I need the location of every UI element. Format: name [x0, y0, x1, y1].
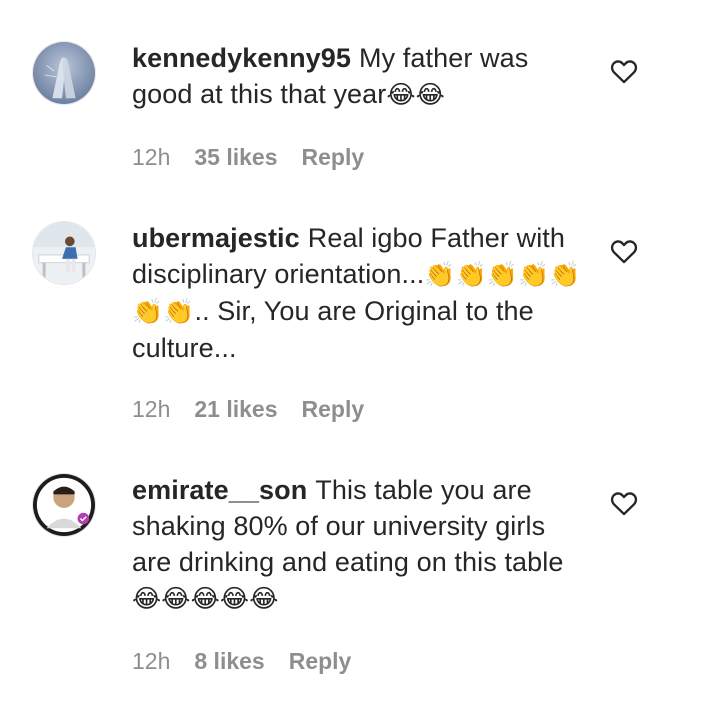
man-at-table-avatar-image	[33, 222, 95, 284]
comment-meta: 12h 21 likes Reply	[132, 394, 364, 424]
comment-username[interactable]: kennedykenny95	[132, 43, 351, 73]
reply-button[interactable]: Reply	[289, 648, 352, 675]
comment-timestamp: 12h	[132, 647, 171, 674]
man-portrait-avatar-image	[33, 474, 95, 536]
like-button[interactable]	[610, 238, 638, 264]
comment-meta: 12h 8 likes Reply	[132, 646, 351, 676]
comment-emoji: 😂😂😂😂😂	[132, 584, 279, 613]
comment-emoji: 😂😂	[386, 80, 445, 109]
comment-timestamp: 12h	[132, 395, 171, 422]
comment-likes-count[interactable]: 8 likes	[194, 648, 264, 675]
comment-timestamp: 12h	[132, 143, 171, 170]
comment-likes-count[interactable]: 35 likes	[194, 144, 277, 171]
reply-button[interactable]: Reply	[302, 144, 365, 171]
like-button[interactable]	[610, 58, 638, 84]
reply-button[interactable]: Reply	[302, 396, 365, 423]
avatar[interactable]	[32, 221, 96, 285]
avatar[interactable]	[32, 41, 96, 105]
comment-meta: 12h 35 likes Reply	[132, 142, 364, 172]
heart-outline-icon	[610, 240, 638, 264]
praying-hands-avatar-image	[33, 42, 95, 104]
comment-body: kennedykenny95 My father was good at this…	[132, 40, 592, 113]
comment-likes-count[interactable]: 21 likes	[194, 396, 277, 423]
heart-outline-icon	[610, 492, 638, 516]
avatar[interactable]	[32, 473, 96, 537]
comment-body: ubermajestic Real igbo Father with discip…	[132, 220, 592, 366]
comment-body: emirate__son This table you are shaking 8…	[132, 472, 592, 617]
comment-username[interactable]: ubermajestic	[132, 223, 300, 253]
heart-outline-icon	[610, 60, 638, 84]
comment-username[interactable]: emirate__son	[132, 475, 307, 505]
like-button[interactable]	[610, 490, 638, 516]
